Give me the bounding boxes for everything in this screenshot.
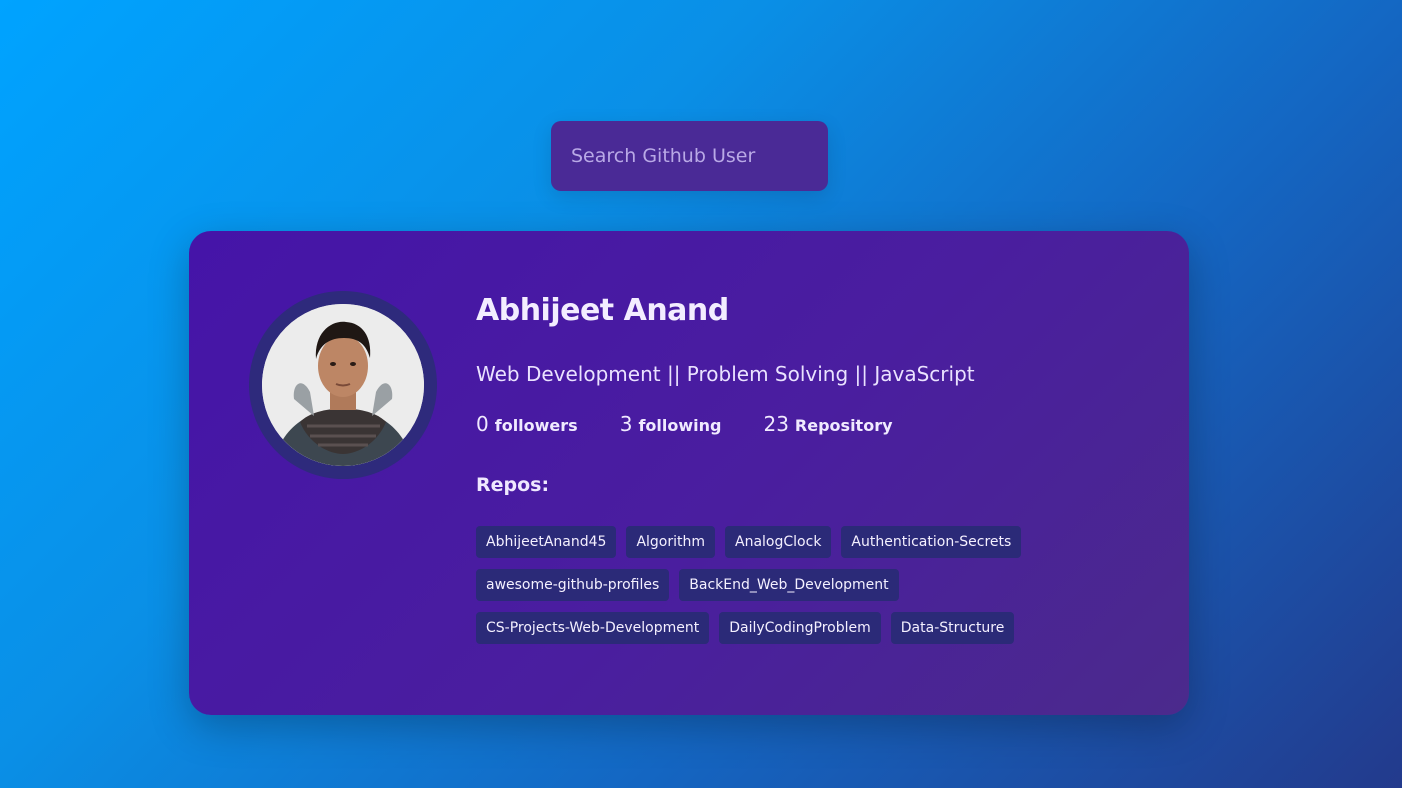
- followers-stat: 0 followers: [476, 412, 578, 436]
- followers-count: 0: [476, 412, 489, 436]
- following-stat: 3 following: [620, 412, 722, 436]
- repo-list: AbhijeetAnand45 Algorithm AnalogClock Au…: [476, 526, 1036, 644]
- repos-count: 23: [763, 412, 789, 436]
- repo-link[interactable]: AbhijeetAnand45: [476, 526, 617, 558]
- repo-link[interactable]: Data-Structure: [890, 612, 1015, 644]
- profile-info: Abhijeet Anand Web Development || Proble…: [476, 293, 1166, 644]
- repo-link[interactable]: DailyCodingProblem: [719, 612, 881, 644]
- user-bio: Web Development || Problem Solving || Ja…: [476, 362, 975, 386]
- avatar-ring: [249, 291, 437, 479]
- repo-link[interactable]: Authentication-Secrets: [841, 526, 1022, 558]
- following-count: 3: [619, 412, 633, 436]
- avatar: [262, 304, 424, 466]
- repos-heading: Repos:: [476, 474, 550, 496]
- user-stats: 0 followers 3 following 23 Repository: [476, 412, 1166, 436]
- avatar-photo: [262, 304, 424, 466]
- repos-stat: 23 Repository: [763, 412, 892, 436]
- repo-link[interactable]: awesome-github-profiles: [476, 569, 670, 601]
- repo-link[interactable]: BackEnd_Web_Development: [679, 569, 899, 601]
- repo-link[interactable]: AnalogClock: [725, 526, 832, 558]
- following-label: following: [638, 416, 722, 435]
- repos-label: Repository: [794, 416, 893, 435]
- followers-label: followers: [494, 416, 578, 435]
- profile-card: Abhijeet Anand Web Development || Proble…: [189, 231, 1189, 715]
- repo-link[interactable]: CS-Projects-Web-Development: [476, 612, 710, 644]
- repo-link[interactable]: Algorithm: [626, 526, 716, 558]
- user-name: Abhijeet Anand: [476, 293, 729, 328]
- search-input[interactable]: [551, 121, 828, 191]
